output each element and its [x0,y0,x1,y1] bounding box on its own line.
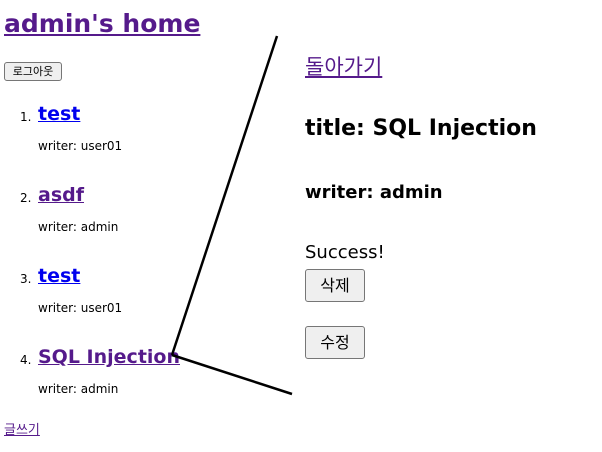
post-writer: writer: admin [305,182,443,203]
post-detail-page: 돌아가기 title: SQL Injection writer: admin … [300,0,600,452]
edit-button[interactable]: 수정 [305,326,365,359]
callout-line-top [170,35,279,356]
post-content: Success! [305,242,385,263]
callout-line-bottom [171,353,293,396]
back-link[interactable]: 돌아가기 [305,53,382,81]
delete-button[interactable]: 삭제 [305,269,365,302]
post-title: title: SQL Injection [305,116,537,141]
